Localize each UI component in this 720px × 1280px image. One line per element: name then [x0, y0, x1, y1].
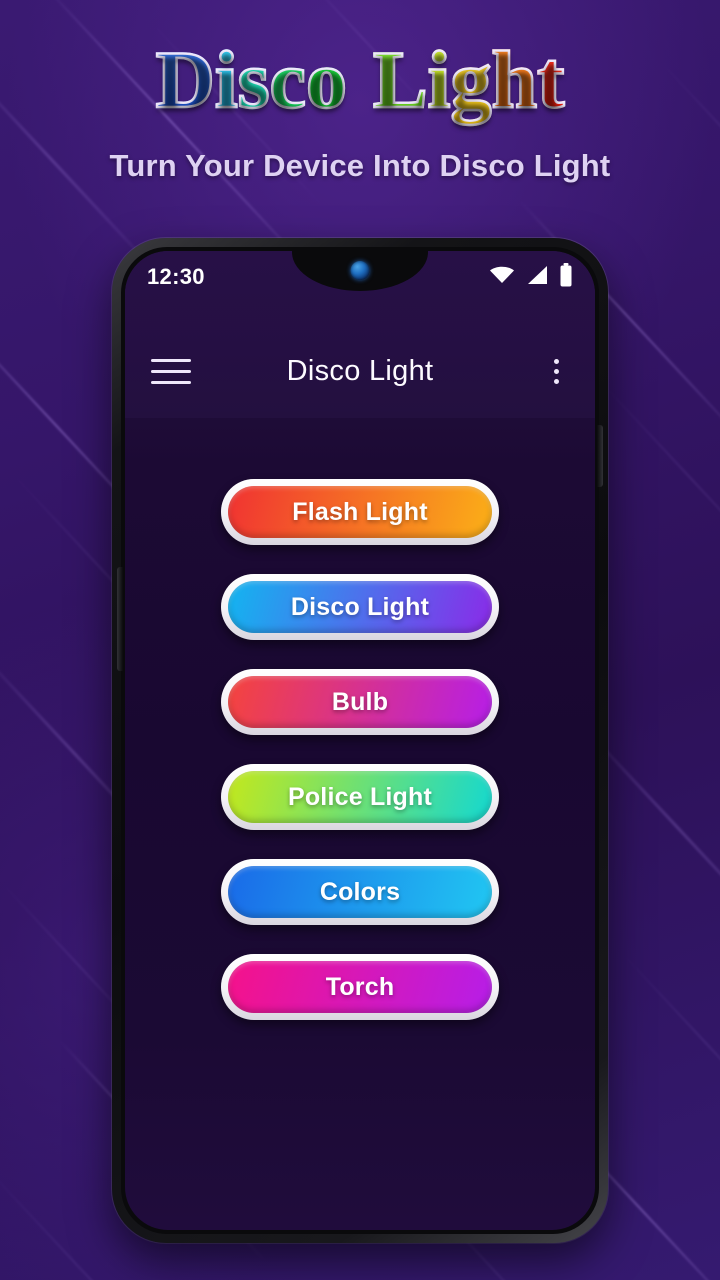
feature-button-surface: Torch [228, 961, 492, 1013]
page-subtitle: Turn Your Device Into Disco Light [109, 148, 611, 183]
feature-button-colors[interactable]: Colors [221, 859, 499, 925]
title-letter: D [154, 30, 216, 130]
feature-button-disco-light[interactable]: Disco Light [221, 574, 499, 640]
front-camera [350, 261, 370, 280]
promo-header: Disco Light Turn Your Device Into Disco L… [0, 0, 720, 184]
feature-button-label: Police Light [287, 782, 433, 811]
feature-button-surface: Police Light [228, 771, 492, 823]
feature-button-surface: Colors [228, 866, 492, 918]
feature-button-surface: Bulb [228, 676, 492, 728]
title-letter: i [214, 30, 239, 130]
app-bar-title: Disco Light [286, 354, 434, 387]
title-letter: s [236, 30, 270, 130]
battery-icon [559, 262, 573, 292]
feature-button-bulb[interactable]: Bulb [221, 669, 499, 735]
page-title: Disco Light [154, 30, 566, 130]
app-promo-screenshot: Disco Light Turn Your Device Into Disco L… [0, 0, 720, 1280]
feature-button-label: Flash Light [292, 497, 428, 526]
phone-mockup: Disco Light 12:30 Flash Light Disco Ligh… [112, 238, 608, 1243]
feature-button-label: Disco Light [290, 592, 430, 621]
wifi-icon [489, 265, 515, 290]
signal-icon [526, 265, 548, 290]
feature-button-surface: Disco Light [228, 581, 492, 633]
feature-button-label: Colors [319, 877, 401, 906]
feature-button-police-light[interactable]: Police Light [221, 764, 499, 830]
phone-bezel: Disco Light 12:30 Flash Light Disco Ligh… [117, 247, 603, 1234]
title-letter: c [268, 30, 307, 130]
title-letter: i [426, 30, 451, 130]
light-streak [619, 950, 720, 1157]
status-time: 12:30 [147, 264, 205, 289]
more-vertical-icon[interactable] [543, 358, 569, 384]
title-letter: t [536, 30, 566, 130]
feature-button-label: Bulb [331, 687, 389, 716]
feature-button-flash-light[interactable]: Flash Light [221, 479, 499, 545]
title-letter: g [449, 30, 493, 130]
feature-button-surface: Flash Light [228, 486, 492, 538]
feature-button-torch[interactable]: Torch [221, 954, 499, 1020]
title-letter: h [490, 30, 538, 130]
phone-screen: Disco Light 12:30 Flash Light Disco Ligh… [125, 251, 595, 1230]
feature-button-label: Torch [325, 972, 395, 1001]
title-letter: o [305, 30, 349, 130]
light-streak [599, 380, 720, 602]
volume-rocker[interactable] [117, 567, 123, 671]
title-letter: L [372, 30, 429, 130]
feature-button-list: Flash Light Disco Light Bulb Police Light Co… [125, 479, 595, 1020]
power-button[interactable] [597, 425, 603, 487]
